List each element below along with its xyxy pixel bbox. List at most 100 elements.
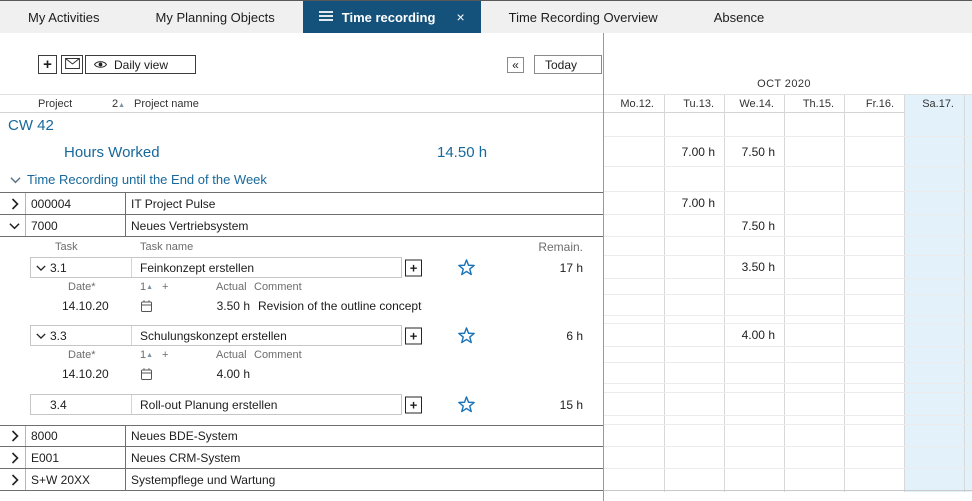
day-cell[interactable] <box>664 425 724 446</box>
day-cell[interactable] <box>664 256 724 278</box>
day-cell[interactable] <box>784 425 844 446</box>
add-date-button[interactable]: + <box>162 279 168 295</box>
add-date-button[interactable]: + <box>162 347 168 363</box>
day-cell[interactable] <box>904 447 964 468</box>
grid-line <box>131 258 132 277</box>
favorite-star-icon[interactable] <box>457 326 476 345</box>
add-entry-button[interactable]: + <box>405 396 422 413</box>
chevron-right-icon[interactable] <box>11 198 19 210</box>
day-header: Tu.13. <box>664 96 724 112</box>
sort-indicator[interactable]: 2▲ <box>112 95 125 113</box>
day-cell[interactable] <box>604 425 664 446</box>
chevron-down-icon[interactable] <box>36 332 46 339</box>
day-cell[interactable] <box>904 256 964 278</box>
day-cell[interactable] <box>724 447 784 468</box>
day-cell[interactable] <box>904 425 964 446</box>
day-cell[interactable] <box>784 324 844 346</box>
tab-time-recording[interactable]: Time recording × <box>303 1 481 33</box>
sort-indicator[interactable]: 1▲ <box>140 279 153 295</box>
day-cell[interactable] <box>904 215 964 236</box>
day-cell[interactable] <box>664 215 724 236</box>
chevron-down-icon[interactable] <box>10 176 21 184</box>
day-cell[interactable] <box>904 324 964 346</box>
day-cell[interactable] <box>784 215 844 236</box>
grid-line <box>125 215 126 236</box>
entry-date[interactable]: 14.10.20 <box>62 363 109 384</box>
day-cell[interactable] <box>664 469 724 490</box>
day-cell[interactable] <box>784 447 844 468</box>
day-cell[interactable] <box>604 393 664 415</box>
day-cell[interactable]: 7.50 h <box>724 215 784 236</box>
chevron-right-icon[interactable] <box>11 452 19 464</box>
chevron-right-icon[interactable] <box>11 430 19 442</box>
day-cell[interactable] <box>844 192 904 214</box>
mail-button[interactable] <box>61 55 83 74</box>
day-cell[interactable] <box>904 469 964 490</box>
day-cell[interactable] <box>844 324 904 346</box>
day-cell[interactable] <box>904 192 964 214</box>
day-cell[interactable] <box>604 192 664 214</box>
tab-my-planning-objects[interactable]: My Planning Objects <box>128 1 303 33</box>
chevron-down-icon[interactable] <box>9 222 20 230</box>
day-cell[interactable] <box>844 425 904 446</box>
previous-week-button[interactable]: « <box>507 57 524 73</box>
day-cell[interactable] <box>604 256 664 278</box>
add-entry-button[interactable]: + <box>405 327 422 344</box>
add-entry-button[interactable]: + <box>405 259 422 276</box>
day-cell[interactable] <box>604 215 664 236</box>
menu-icon[interactable] <box>319 10 333 25</box>
day-cell[interactable]: 4.00 h <box>724 324 784 346</box>
day-cell[interactable] <box>604 469 664 490</box>
day-cell[interactable]: 3.50 h <box>724 256 784 278</box>
day-cell[interactable] <box>844 469 904 490</box>
day-cell[interactable]: 7.00 h <box>664 192 724 214</box>
entry-date[interactable]: 14.10.20 <box>62 295 109 316</box>
tab-my-activities[interactable]: My Activities <box>0 1 128 33</box>
day-cell[interactable] <box>724 469 784 490</box>
task-id: 3.1 <box>50 256 67 279</box>
day-cell[interactable] <box>664 393 724 415</box>
day-cell[interactable] <box>784 393 844 415</box>
day-cell[interactable] <box>844 256 904 278</box>
day-cell[interactable] <box>724 425 784 446</box>
task-id: 3.4 <box>50 393 67 416</box>
favorite-star-icon[interactable] <box>457 395 476 414</box>
sort-indicator[interactable]: 1▲ <box>140 347 153 363</box>
project-row-left[interactable]: 8000 Neues BDE-System <box>0 425 603 447</box>
day-cell[interactable] <box>844 447 904 468</box>
day-cell[interactable] <box>604 447 664 468</box>
today-button[interactable]: Today <box>534 55 602 74</box>
day-cell[interactable] <box>604 324 664 346</box>
chevron-down-icon[interactable] <box>36 264 46 271</box>
day-cell[interactable] <box>904 393 964 415</box>
project-row-left[interactable]: 000004 IT Project Pulse <box>0 192 603 215</box>
day-cell[interactable] <box>664 447 724 468</box>
tab-time-recording-overview[interactable]: Time Recording Overview <box>481 1 686 33</box>
project-row-left[interactable]: 7000 Neues Vertriebsystem <box>0 215 603 237</box>
pane-splitter[interactable] <box>603 33 604 501</box>
tab-label: Absence <box>714 10 765 25</box>
view-select[interactable]: Daily view <box>85 55 196 74</box>
tab-absence[interactable]: Absence <box>686 1 793 33</box>
day-cell[interactable] <box>724 192 784 214</box>
day-cell[interactable] <box>664 324 724 346</box>
project-row-left[interactable]: S+W 20XX Systempflege und Wartung <box>0 469 603 491</box>
day-cell[interactable] <box>844 215 904 236</box>
task-row-left: 3.1 Feinkonzept erstellen + 17 h <box>0 256 603 279</box>
calendar-icon[interactable] <box>140 367 153 380</box>
add-button[interactable]: + <box>38 55 57 74</box>
project-row-left[interactable]: E001 Neues CRM-System <box>0 447 603 469</box>
day-cell[interactable] <box>784 469 844 490</box>
entry-actual[interactable]: 3.50 h <box>206 295 250 316</box>
chevron-right-icon[interactable] <box>11 474 19 486</box>
close-icon[interactable]: × <box>456 10 464 24</box>
day-cell[interactable] <box>724 393 784 415</box>
remaining-hours: 6 h <box>566 324 583 347</box>
calendar-icon[interactable] <box>140 299 153 312</box>
favorite-star-icon[interactable] <box>457 258 476 277</box>
day-cell[interactable] <box>784 256 844 278</box>
entry-comment[interactable]: Revision of the outline concept <box>258 295 421 316</box>
day-cell[interactable] <box>844 393 904 415</box>
entry-actual[interactable]: 4.00 h <box>206 363 250 384</box>
day-cell[interactable] <box>784 192 844 214</box>
